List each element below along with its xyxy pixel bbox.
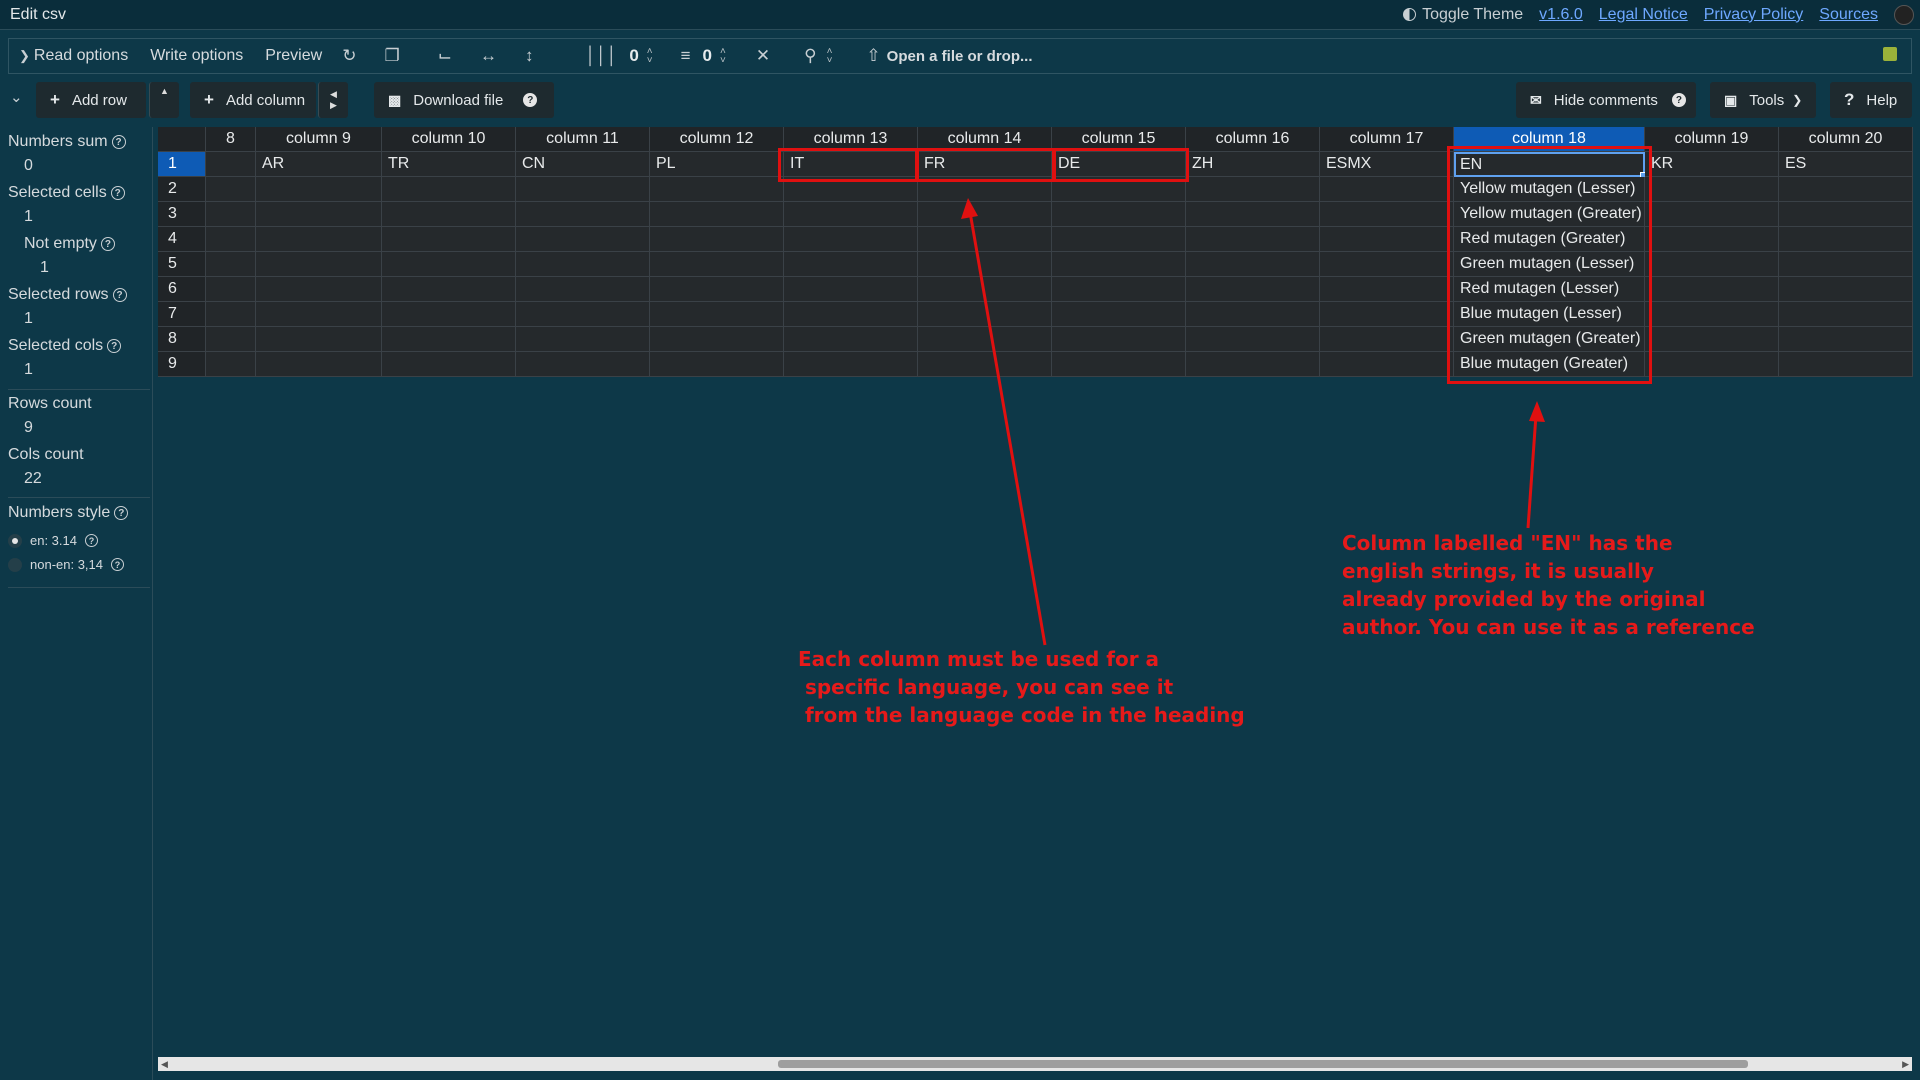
- annotation-en-note: Column labelled "EN" has the english str…: [1342, 531, 1755, 639]
- arrowhead-columns: [961, 198, 978, 219]
- scrollbar-thumb[interactable]: [778, 1060, 1748, 1068]
- annotation-columns-note: Each column must be used for a specific …: [798, 647, 1245, 727]
- scroll-left-icon[interactable]: ◀: [161, 1057, 168, 1071]
- scroll-right-icon[interactable]: ▶: [1902, 1057, 1909, 1071]
- arrow-en: [1526, 414, 1538, 529]
- horizontal-scrollbar[interactable]: ◀ ▶: [158, 1057, 1912, 1071]
- arrowhead-en: [1529, 401, 1545, 422]
- arrow-columns: [968, 211, 1047, 646]
